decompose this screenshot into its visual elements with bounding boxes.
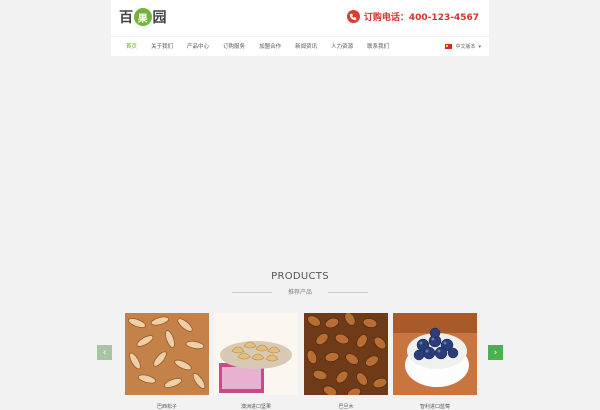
main-nav: 首页 关于我们 产品中心 订购服务 加盟合作 新闻资讯 人力资源 联系我们 中文… — [111, 36, 489, 56]
phone-icon — [346, 10, 360, 23]
logo-text-2: 园 — [152, 10, 167, 26]
nav-item-about[interactable]: 关于我们 — [144, 37, 180, 57]
arrow-right-icon: › — [493, 347, 498, 358]
language-selector[interactable]: 中文版本 ▾ — [445, 43, 489, 50]
product-image[interactable] — [125, 313, 209, 395]
arrow-left-icon: ‹ — [102, 347, 107, 358]
divider — [328, 292, 368, 293]
carousel-next-button[interactable]: › — [488, 345, 503, 360]
product-card[interactable]: 智利进口蓝莓 — [393, 313, 477, 410]
site-header: 百 果 园 订购电话：400-123-4567 — [111, 0, 489, 36]
product-image[interactable] — [304, 313, 388, 395]
logo-text-1: 百 — [119, 10, 133, 26]
products-heading: PRODUCTS — [271, 271, 329, 282]
phone-contact: 订购电话：400-123-4567 — [346, 10, 479, 23]
language-label: 中文版本 — [455, 44, 476, 50]
nav-item-order[interactable]: 订购服务 — [216, 37, 252, 57]
product-image[interactable] — [393, 313, 477, 395]
nav-item-news[interactable]: 新闻资讯 — [288, 37, 324, 57]
phone-number: 订购电话：400-123-4567 — [363, 13, 479, 23]
fruit-basket-illustration — [0, 36, 600, 248]
nav-item-franchise[interactable]: 加盟合作 — [252, 37, 288, 57]
product-image[interactable] — [214, 313, 298, 395]
product-card[interactable]: 巴西松子 — [125, 313, 209, 410]
product-name[interactable]: 巴西松子 — [125, 403, 209, 410]
nav-item-products[interactable]: 产品中心 — [180, 37, 216, 57]
nav-item-hr[interactable]: 人力资源 — [324, 37, 360, 57]
product-card[interactable]: 澳洲进口坚果 — [214, 313, 298, 410]
nav-item-contact[interactable]: 联系我们 — [360, 37, 396, 57]
products-subheading: 推荐产品 — [287, 289, 312, 296]
product-name[interactable]: 澳洲进口坚果 — [214, 403, 298, 410]
product-name[interactable]: 巴旦木 — [304, 403, 388, 410]
carousel-prev-button[interactable]: ‹ — [97, 345, 112, 360]
logo[interactable]: 百 果 园 — [119, 6, 166, 28]
hero-banner — [0, 36, 600, 248]
logo-leaf-icon: 果 — [133, 8, 152, 26]
product-card[interactable]: 巴旦木 — [304, 313, 388, 410]
chevron-down-icon: ▾ — [478, 43, 481, 50]
flag-icon — [445, 44, 453, 49]
product-name[interactable]: 智利进口蓝莓 — [393, 403, 477, 410]
nav-item-home[interactable]: 首页 — [119, 37, 144, 57]
